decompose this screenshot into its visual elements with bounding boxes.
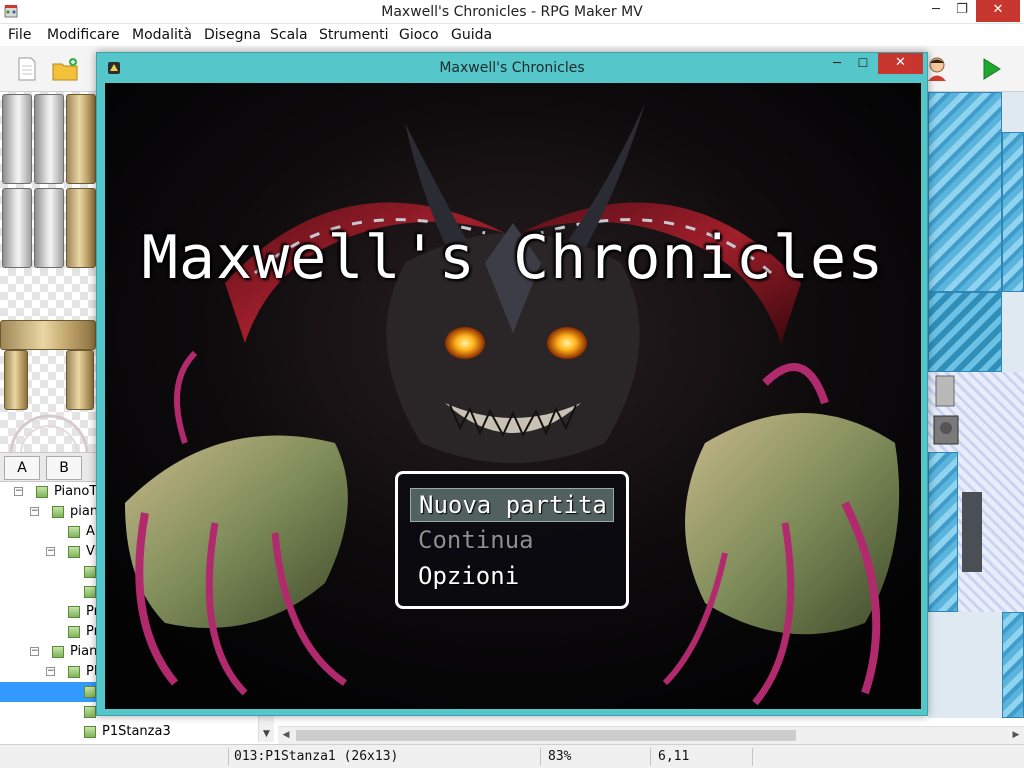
scroll-down-arrow-icon[interactable]: ▼ [259,726,274,742]
map-icon [68,546,80,558]
map-icon [68,526,80,538]
collapse-toggle-icon[interactable]: − [30,507,39,516]
collapse-toggle-icon[interactable]: − [30,647,39,656]
wall-tile [962,492,982,572]
map-icon [52,646,64,658]
water-tile [928,92,1002,292]
close-button[interactable]: ✕ [976,0,1020,22]
status-divider [650,748,651,766]
map-icon [84,686,96,698]
status-divider [228,748,229,766]
tile-column[interactable] [4,350,28,410]
map-icon [52,506,64,518]
title-command-window: Nuova partita Continua Opzioni [395,471,629,609]
status-divider [540,748,541,766]
map-view[interactable] [928,92,1024,718]
window-titlebar: Maxwell's Chronicles - RPG Maker MV ─ ❐ … [0,0,1024,24]
game-close-button[interactable]: ✕ [878,53,923,74]
map-icon [84,706,96,718]
tile-broken-pillar[interactable] [2,188,32,268]
map-tree-item[interactable]: P1Stanza3 [0,722,262,742]
menu-file[interactable]: File [8,27,31,43]
map-icon [84,726,96,738]
game-window: Maxwell's Chronicles ─ ☐ ✕ Maxwell's Chr… [96,52,928,716]
game-maximize-button[interactable]: ☐ [853,56,873,76]
status-divider [752,748,753,766]
deep-water-tile [928,292,1002,372]
minimize-button[interactable]: ─ [924,0,948,22]
map-icon [84,566,96,578]
tile-column[interactable] [66,350,94,410]
game-titlebar[interactable]: Maxwell's Chronicles ─ ☐ ✕ [97,53,927,83]
menu-help[interactable]: Guida [451,27,492,43]
new-game-command[interactable]: Nuova partita [410,488,614,522]
map-icon [68,666,80,678]
collapse-toggle-icon[interactable]: − [46,547,55,556]
demon-title-artwork [105,83,921,709]
options-command[interactable]: Opzioni [410,560,614,594]
map-tree-label: PianoT [54,484,98,499]
tile-pillar[interactable] [34,94,64,184]
status-map-name: 013:P1Stanza1 (26x13) [234,749,399,764]
tab-b[interactable]: B [46,456,82,480]
tile-broken-pillar[interactable] [66,188,96,268]
game-title-logo: Maxwell's Chronicles [141,223,885,293]
map-icon [36,486,48,498]
collapse-toggle-icon[interactable]: − [46,667,55,676]
new-project-icon[interactable] [14,56,40,82]
magic-circle-icon[interactable] [4,414,94,452]
scroll-right-arrow-icon[interactable]: ▶ [1008,727,1024,744]
collapse-toggle-icon[interactable]: − [14,487,23,496]
tileset-palette[interactable] [0,92,98,452]
statue-event-icon[interactable] [930,374,960,450]
water-tile [1002,132,1024,292]
scroll-left-arrow-icon[interactable]: ◀ [278,727,294,744]
menu-game[interactable]: Gioco [399,27,439,43]
status-bar: 013:P1Stanza1 (26x13) 83% 6,11 [0,744,1024,768]
tile-pillar[interactable] [66,94,96,184]
menu-tools[interactable]: Strumenti [319,27,389,43]
continue-command[interactable]: Continua [410,524,614,558]
tileset-tabs: A B [0,452,98,482]
map-icon [84,586,96,598]
menu-draw[interactable]: Disegna [204,27,261,43]
water-tile [928,452,958,612]
tab-a[interactable]: A [4,456,40,480]
water-tile [1002,612,1024,718]
tile-broken-pillar[interactable] [34,188,64,268]
map-tree-label: P1Stanza3 [102,724,171,739]
tile-lintel[interactable] [0,320,96,350]
map-horizontal-scrollbar[interactable]: ◀ ▶ [278,726,1024,744]
playtest-icon[interactable] [978,56,1004,82]
game-canvas[interactable]: Maxwell's Chronicles Nuova partita Conti… [105,83,921,709]
menu-scale[interactable]: Scala [270,27,308,43]
game-window-title: Maxwell's Chronicles [439,60,585,76]
status-coordinates: 6,11 [658,749,690,764]
map-icon [68,626,80,638]
game-minimize-button[interactable]: ─ [827,56,847,76]
tile-pillar[interactable] [2,94,32,184]
menu-bar: File Modificare Modalità Disegna Scala S… [0,24,1024,46]
scroll-thumb[interactable] [296,730,796,741]
status-zoom: 83% [548,749,572,764]
restore-button[interactable]: ❐ [950,0,974,22]
menu-edit[interactable]: Modificare [47,27,120,43]
window-title: Maxwell's Chronicles - RPG Maker MV [381,4,643,20]
map-icon [68,606,80,618]
open-project-icon[interactable] [52,56,78,82]
menu-mode[interactable]: Modalità [132,27,192,43]
